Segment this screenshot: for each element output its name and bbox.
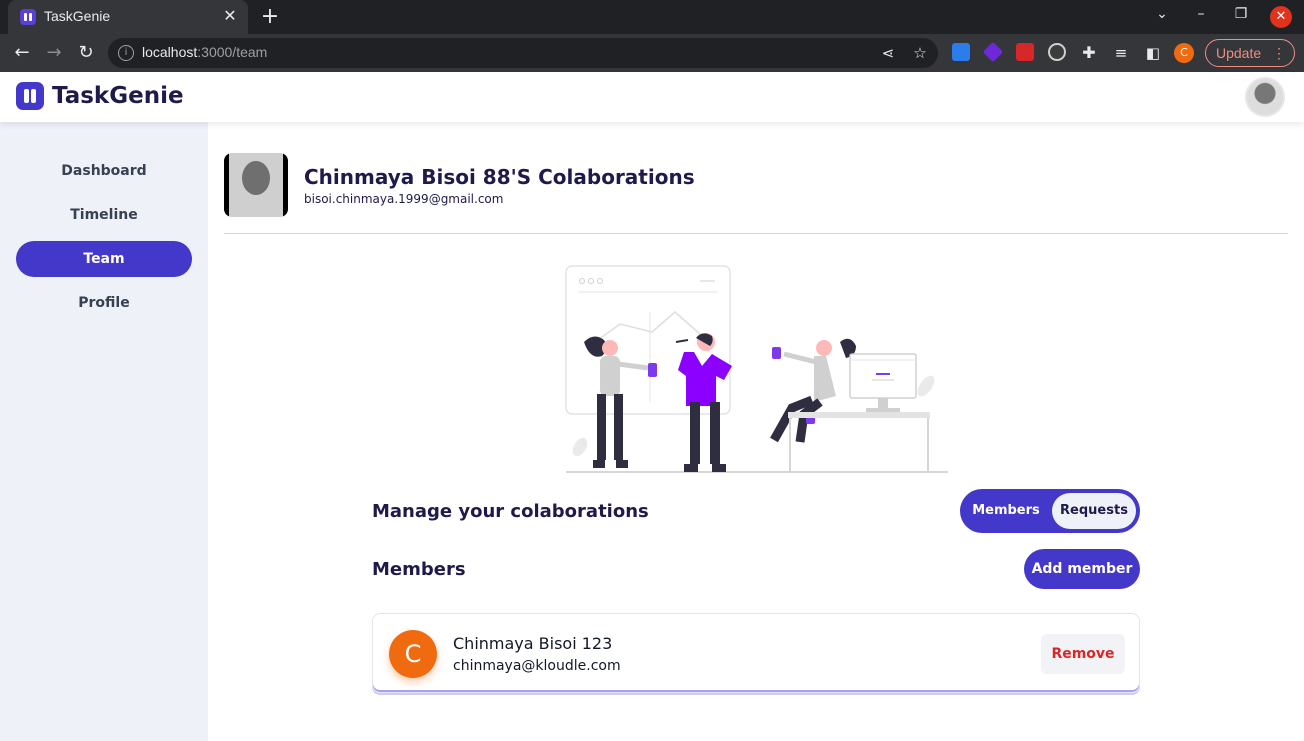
sidebar-item-timeline[interactable]: Timeline xyxy=(16,197,192,233)
extension-4-icon[interactable] xyxy=(1048,43,1066,61)
taskgenie-favicon-icon xyxy=(20,9,36,25)
list-item: C Chinmaya Bisoi 123 chinmaya@kloudle.co… xyxy=(372,613,1140,693)
update-label: Update xyxy=(1216,45,1262,61)
reload-icon[interactable]: ↻ xyxy=(75,42,97,64)
taskgenie-logo-icon[interactable] xyxy=(16,82,44,110)
sidebar-item-team[interactable]: Team xyxy=(16,241,192,277)
user-avatar[interactable] xyxy=(1245,77,1285,117)
url-text[interactable]: localhost:3000/team xyxy=(142,44,267,60)
media-queue-icon[interactable]: ≡ xyxy=(1110,42,1132,64)
avatar: C xyxy=(389,630,437,678)
minimize-icon[interactable]: – xyxy=(1190,6,1212,22)
sidebar-item-dashboard[interactable]: Dashboard xyxy=(16,153,192,189)
member-name: Chinmaya Bisoi 123 xyxy=(453,634,613,653)
back-arrow-icon[interactable]: ← xyxy=(11,42,33,64)
tab-title: TaskGenie xyxy=(44,8,111,24)
close-tab-icon[interactable]: ✕ xyxy=(220,6,240,25)
new-tab-icon[interactable]: + xyxy=(258,4,282,29)
app-header: TaskGenie xyxy=(0,72,1304,122)
collaboration-illustration xyxy=(565,265,948,473)
manage-title: Manage your colaborations xyxy=(372,501,649,522)
page-title: Chinmaya Bisoi 88'S Colaborations xyxy=(304,165,695,189)
profile-photo xyxy=(224,153,288,217)
address-bar[interactable]: i localhost:3000/team ⋖ ☆ xyxy=(108,38,938,68)
window-close-icon[interactable]: ✕ xyxy=(1270,6,1292,28)
sidebar: Dashboard Timeline Team Profile xyxy=(0,122,208,741)
remove-member-button[interactable]: Remove xyxy=(1041,634,1125,674)
forward-arrow-icon[interactable]: → xyxy=(43,42,65,64)
extension-2-icon[interactable] xyxy=(982,41,1004,63)
browser-tab-bar: TaskGenie ✕ + ⌄ – ❐ ✕ xyxy=(0,0,1304,34)
site-info-icon[interactable]: i xyxy=(118,45,134,61)
more-vert-icon: ⋮ xyxy=(1272,45,1286,61)
browser-tab[interactable]: TaskGenie ✕ xyxy=(8,0,248,34)
tab-requests[interactable]: Requests xyxy=(1052,493,1136,529)
sidebar-item-profile[interactable]: Profile xyxy=(16,285,192,321)
tab-search-chevron-icon[interactable]: ⌄ xyxy=(1151,6,1173,22)
side-panel-icon[interactable]: ◧ xyxy=(1142,42,1164,64)
extensions-puzzle-icon[interactable]: ✚ xyxy=(1078,42,1100,64)
extension-3-icon[interactable] xyxy=(1016,43,1034,61)
url-host: localhost xyxy=(142,44,198,60)
url-path: :3000/team xyxy=(197,44,268,60)
divider xyxy=(224,233,1288,234)
member-email: chinmaya@kloudle.com xyxy=(453,658,621,674)
restore-icon[interactable]: ❐ xyxy=(1230,6,1252,22)
page-email: bisoi.chinmaya.1999@gmail.com xyxy=(304,192,504,206)
bookmark-star-icon[interactable]: ☆ xyxy=(910,43,930,63)
tab-members[interactable]: Members xyxy=(964,493,1048,529)
extension-1-icon[interactable] xyxy=(952,43,970,61)
add-member-button[interactable]: Add member xyxy=(1024,549,1140,589)
app-name[interactable]: TaskGenie xyxy=(52,83,184,109)
members-section-title: Members xyxy=(372,559,466,580)
browser-toolbar: ← → ↻ i localhost:3000/team ⋖ ☆ ✚ ≡ ◧ C … xyxy=(0,34,1304,72)
update-button[interactable]: Update ⋮ xyxy=(1205,39,1295,67)
share-icon[interactable]: ⋖ xyxy=(878,43,898,63)
browser-profile-avatar[interactable]: C xyxy=(1174,43,1194,63)
members-requests-toggle: Members Requests xyxy=(960,489,1140,533)
